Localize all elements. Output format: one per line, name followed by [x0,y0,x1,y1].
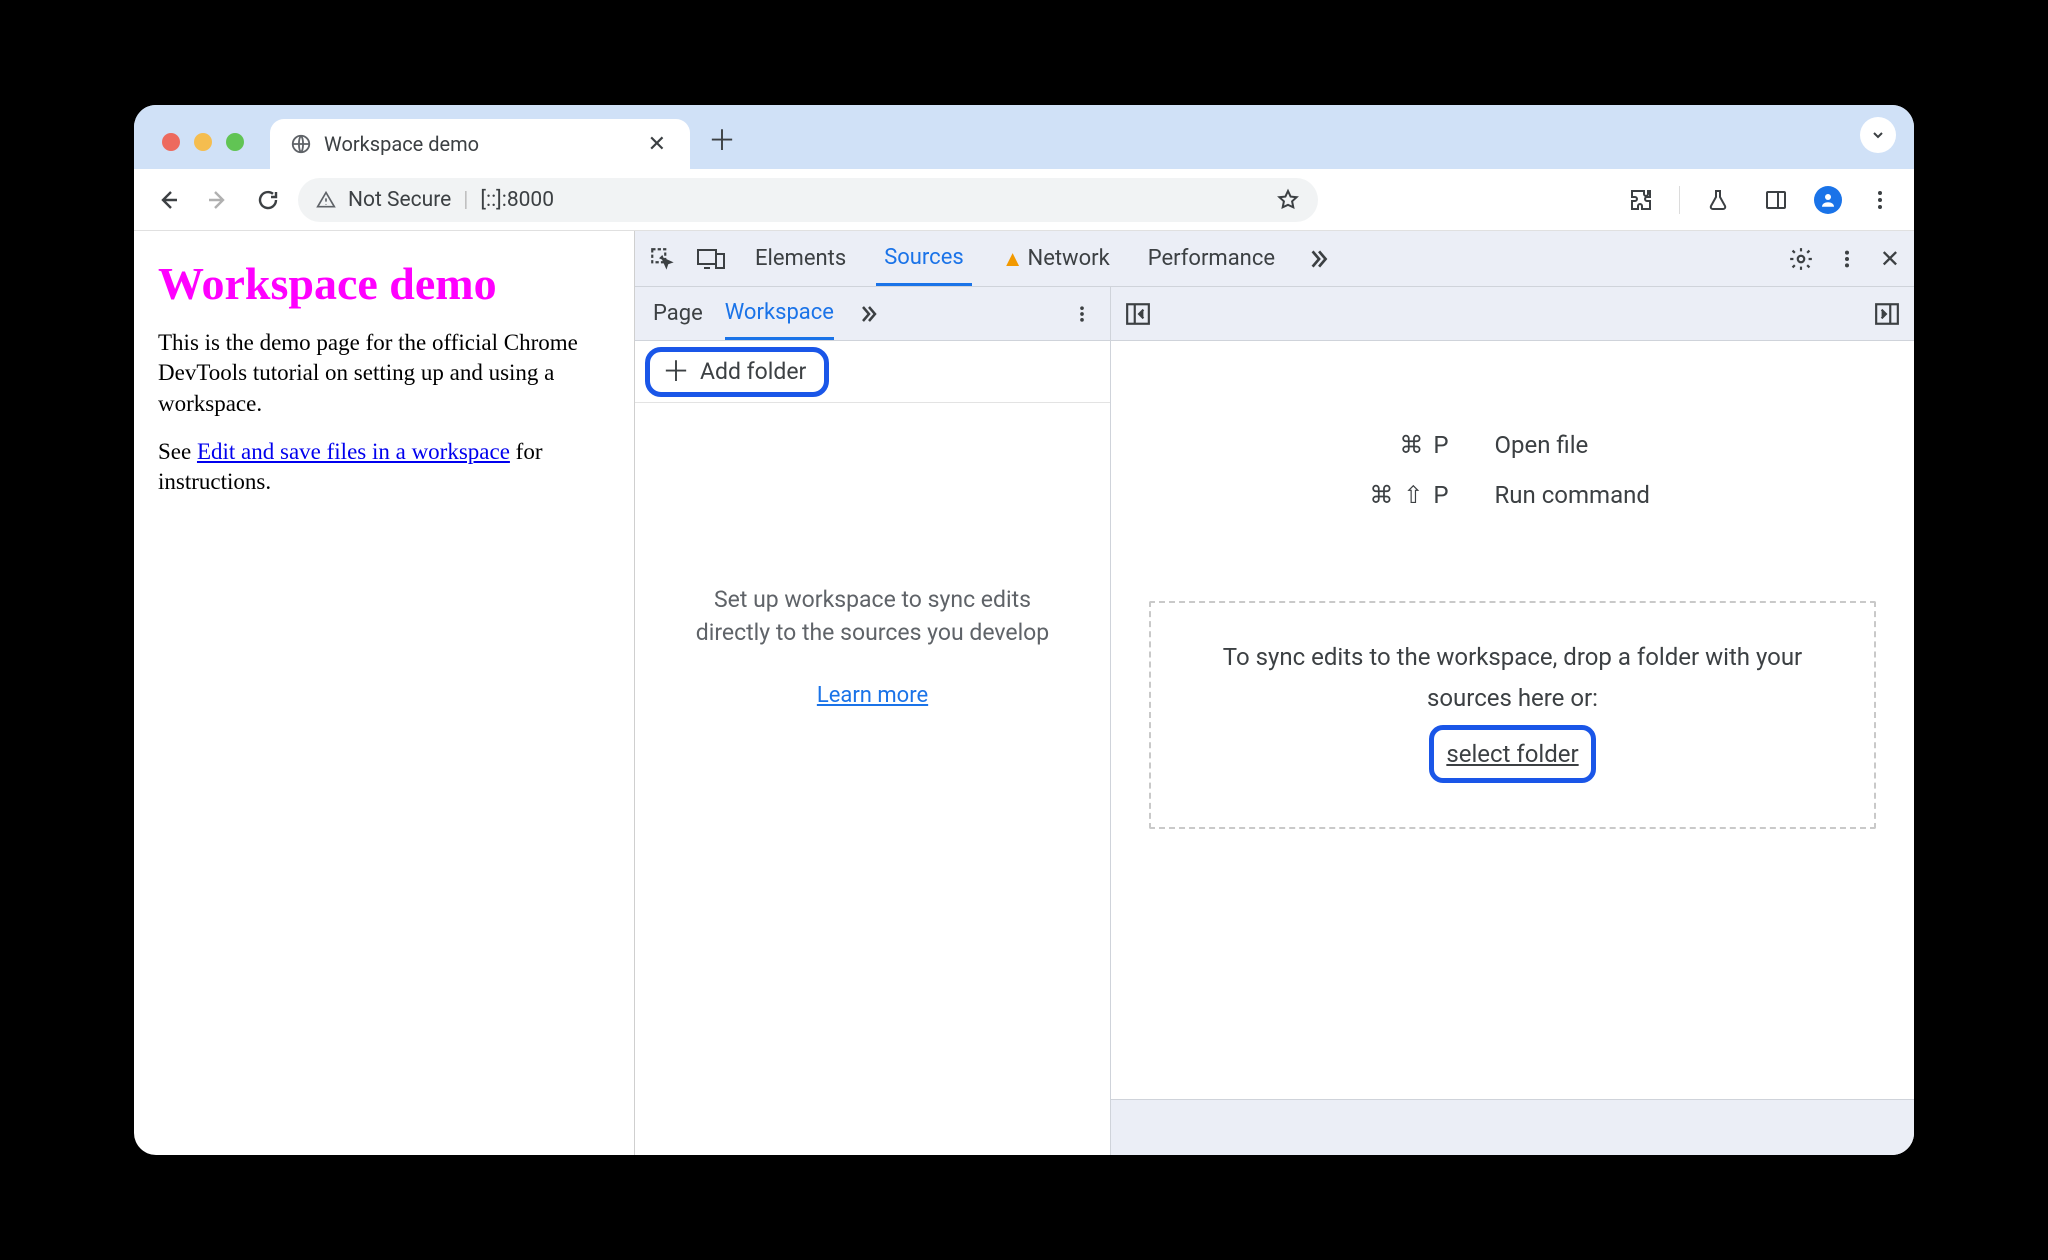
hide-debugger-icon[interactable] [1874,301,1900,327]
devtools-drawer[interactable] [1111,1099,1914,1155]
workspace-docs-link[interactable]: Edit and save files in a workspace [197,439,510,464]
devtools-menu-icon[interactable] [1836,246,1858,272]
kebab-icon [1072,302,1092,326]
open-file-hint: ⌘ P Open file [1151,431,1874,459]
gear-icon[interactable] [1788,246,1814,272]
panel-icon [1764,188,1788,212]
navigator-tabs: Page Workspace [635,287,1110,341]
workspace-hint-text: Set up workspace to sync edits directly … [696,586,1049,646]
tabs-dropdown-button[interactable] [1860,117,1896,153]
tab-title: Workspace demo [324,132,632,156]
reload-icon [256,188,280,212]
plus-icon: ＋ [662,358,690,386]
warning-icon [316,190,336,210]
arrow-right-icon [206,188,230,212]
inspect-icon[interactable] [649,246,675,272]
person-icon [1819,191,1837,209]
text: See [158,439,197,464]
editor-toolbar [1111,287,1914,341]
navigator-menu-button[interactable] [1072,302,1092,326]
extensions-button[interactable] [1621,180,1661,220]
address-bar[interactable]: Not Secure | [::]:8000 [298,178,1318,222]
run-command-hint: ⌘ ⇧ P Run command [1151,481,1874,509]
page-heading: Workspace demo [158,257,610,310]
warning-triangle-icon: ▲ [1002,246,1024,272]
more-tabs-icon[interactable] [1305,246,1331,272]
minimize-window-button[interactable] [194,133,212,151]
quick-commands: ⌘ P Open file ⌘ ⇧ P Run command [1111,341,1914,571]
devtools-top-tabs: Elements Sources ▲ Network Performance ✕ [635,231,1914,287]
sources-editor: ⌘ P Open file ⌘ ⇧ P Run command To sync … [1111,287,1914,1155]
workspace-dropzone[interactable]: To sync edits to the workspace, drop a f… [1149,601,1876,829]
subtab-workspace[interactable]: Workspace [725,287,834,340]
run-command-keys: ⌘ ⇧ P [1331,481,1451,509]
reload-button[interactable] [248,180,288,220]
page-paragraph-1: This is the demo page for the official C… [158,328,610,419]
arrow-left-icon [156,188,180,212]
select-folder-button[interactable]: select folder [1429,725,1595,784]
learn-more-link[interactable]: Learn more [675,680,1070,712]
close-devtools-button[interactable]: ✕ [1880,245,1900,273]
tab-elements[interactable]: Elements [747,231,854,286]
profile-button[interactable] [1814,186,1842,214]
side-panel-button[interactable] [1756,180,1796,220]
sources-navigator: Page Workspace ＋ Add folder [635,287,1111,1155]
close-window-button[interactable] [162,133,180,151]
labs-button[interactable] [1698,180,1738,220]
hide-navigator-icon[interactable] [1125,301,1151,327]
back-button[interactable] [148,180,188,220]
browser-toolbar: Not Secure | [::]:8000 [134,169,1914,231]
star-icon [1276,188,1300,212]
select-folder-label: select folder [1446,740,1578,768]
open-file-label: Open file [1495,431,1695,459]
tab-network-label: Network [1028,246,1110,271]
add-folder-label: Add folder [700,358,806,385]
browser-menu-button[interactable] [1860,180,1900,220]
bookmark-button[interactable] [1276,188,1300,212]
run-command-label: Run command [1495,481,1695,509]
browser-tab[interactable]: Workspace demo ✕ [270,119,690,169]
tab-sources[interactable]: Sources [876,231,972,286]
add-folder-row: ＋ Add folder [635,341,1110,403]
close-tab-button[interactable]: ✕ [644,132,670,157]
add-folder-button[interactable]: ＋ Add folder [645,347,829,397]
flask-icon [1706,188,1730,212]
browser-window: Workspace demo ✕ ＋ Not Secure | [134,105,1914,1155]
divider [1679,186,1680,214]
dropzone-text: To sync edits to the workspace, drop a f… [1199,637,1826,719]
content-area: Workspace demo This is the demo page for… [134,231,1914,1155]
tab-network[interactable]: ▲ Network [994,231,1118,286]
security-label: Not Secure [348,188,451,212]
window-controls [146,133,254,169]
open-file-keys: ⌘ P [1331,431,1451,459]
new-tab-button[interactable]: ＋ [690,119,754,169]
globe-icon [290,133,312,155]
page-paragraph-2: See Edit and save files in a workspace f… [158,437,610,498]
maximize-window-button[interactable] [226,133,244,151]
tab-performance[interactable]: Performance [1140,231,1283,286]
workspace-hint: Set up workspace to sync edits directly … [635,403,1110,712]
chevron-down-icon [1870,127,1886,143]
more-subtabs-icon[interactable] [856,302,880,326]
kebab-icon [1868,188,1892,212]
devtools: Elements Sources ▲ Network Performance ✕ [634,231,1914,1155]
tab-strip: Workspace demo ✕ ＋ [134,105,1914,169]
puzzle-icon [1629,188,1653,212]
device-toolbar-icon[interactable] [697,248,725,270]
url-text: [::]:8000 [480,188,554,212]
rendered-page: Workspace demo This is the demo page for… [134,231,634,1155]
forward-button[interactable] [198,180,238,220]
subtab-page[interactable]: Page [653,287,703,340]
